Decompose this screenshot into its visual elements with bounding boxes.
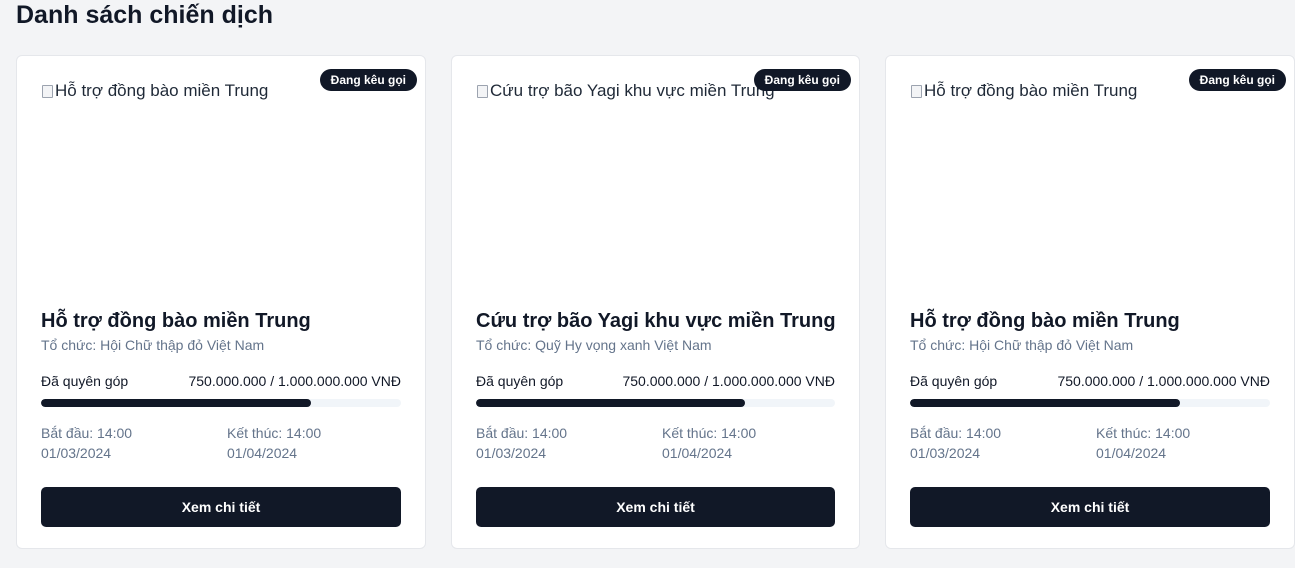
campaign-image-alt: Hỗ trợ đồng bào miền Trung: [924, 81, 1138, 100]
progress-fill: [41, 399, 311, 407]
raised-row: Đã quyên góp 750.000.000 / 1.000.000.000…: [41, 372, 401, 390]
status-badge: Đang kêu gọi: [1188, 69, 1286, 91]
start-date: Bắt đầu: 14:00 01/03/2024: [41, 423, 201, 463]
campaign-organization: Tổ chức: Quỹ Hy vọng xanh Việt Nam: [476, 337, 712, 353]
start-date: Bắt đầu: 14:00 01/03/2024: [910, 423, 1070, 463]
campaign-organization: Tổ chức: Hội Chữ thập đỏ Việt Nam: [41, 337, 265, 353]
progress-fill: [910, 399, 1180, 407]
raised-label: Đã quyên góp: [910, 373, 998, 389]
raised-amount: 750.000.000 / 1.000.000.000 VNĐ: [1057, 373, 1270, 389]
end-date-text: 01/04/2024: [227, 445, 298, 461]
status-badge: Đang kêu gọi: [753, 69, 851, 91]
end-date: Kết thúc: 14:00 01/04/2024: [227, 423, 387, 463]
raised-amount: 750.000.000 / 1.000.000.000 VNĐ: [622, 373, 835, 389]
progress-bar: [910, 399, 1270, 407]
campaign-image: Hỗ trợ đồng bào miền Trung: [910, 80, 1270, 280]
progress-bar: [476, 399, 835, 407]
campaign-organization: Tổ chức: Hội Chữ thập đỏ Việt Nam: [910, 337, 1134, 353]
end-date-text: 01/04/2024: [1096, 445, 1167, 461]
campaign-card: Hỗ trợ đồng bào miền Trung Đang kêu gọi …: [16, 55, 426, 549]
campaign-card: Cứu trợ bão Yagi khu vực miền Trung Đang…: [451, 55, 860, 549]
raised-row: Đã quyên góp 750.000.000 / 1.000.000.000…: [476, 372, 835, 390]
broken-image-icon: [476, 84, 488, 98]
broken-image-icon: [910, 84, 922, 98]
raised-amount: 750.000.000 / 1.000.000.000 VNĐ: [188, 373, 401, 389]
end-date-text: 01/04/2024: [662, 445, 733, 461]
end-date: Kết thúc: 14:00 01/04/2024: [1096, 423, 1256, 463]
progress-fill: [476, 399, 746, 407]
progress-bar: [41, 399, 401, 407]
status-badge: Đang kêu gọi: [319, 69, 417, 91]
view-detail-button[interactable]: Xem chi tiết: [41, 487, 401, 527]
end-time-text: Kết thúc: 14:00: [227, 425, 322, 441]
campaign-image-alt: Hỗ trợ đồng bào miền Trung: [55, 81, 269, 100]
raised-row: Đã quyên góp 750.000.000 / 1.000.000.000…: [910, 372, 1270, 390]
end-date: Kết thúc: 14:00 01/04/2024: [662, 423, 822, 463]
start-time-text: Bắt đầu: 14:00: [910, 425, 1002, 441]
campaign-title: Hỗ trợ đồng bào miền Trung: [910, 310, 1180, 332]
campaign-title: Hỗ trợ đồng bào miền Trung: [41, 310, 311, 332]
broken-image-icon: [41, 84, 53, 98]
start-date-text: 01/03/2024: [41, 445, 112, 461]
start-time-text: Bắt đầu: 14:00: [41, 425, 133, 441]
end-time-text: Kết thúc: 14:00: [662, 425, 757, 441]
start-date-text: 01/03/2024: [476, 445, 547, 461]
raised-label: Đã quyên góp: [41, 373, 129, 389]
campaign-card: Hỗ trợ đồng bào miền Trung Đang kêu gọi …: [885, 55, 1295, 549]
campaign-image: Hỗ trợ đồng bào miền Trung: [41, 80, 401, 280]
page-title: Danh sách chiến dịch: [16, 1, 274, 29]
view-detail-button[interactable]: Xem chi tiết: [476, 487, 835, 527]
campaign-image-alt: Cứu trợ bão Yagi khu vực miền Trung: [490, 81, 775, 100]
view-detail-button[interactable]: Xem chi tiết: [910, 487, 1270, 527]
end-time-text: Kết thúc: 14:00: [1096, 425, 1191, 441]
campaign-title: Cứu trợ bão Yagi khu vực miền Trung: [476, 310, 836, 332]
start-date-text: 01/03/2024: [910, 445, 981, 461]
start-date: Bắt đầu: 14:00 01/03/2024: [476, 423, 636, 463]
start-time-text: Bắt đầu: 14:00: [476, 425, 568, 441]
raised-label: Đã quyên góp: [476, 373, 564, 389]
campaign-image: Cứu trợ bão Yagi khu vực miền Trung: [476, 80, 835, 280]
